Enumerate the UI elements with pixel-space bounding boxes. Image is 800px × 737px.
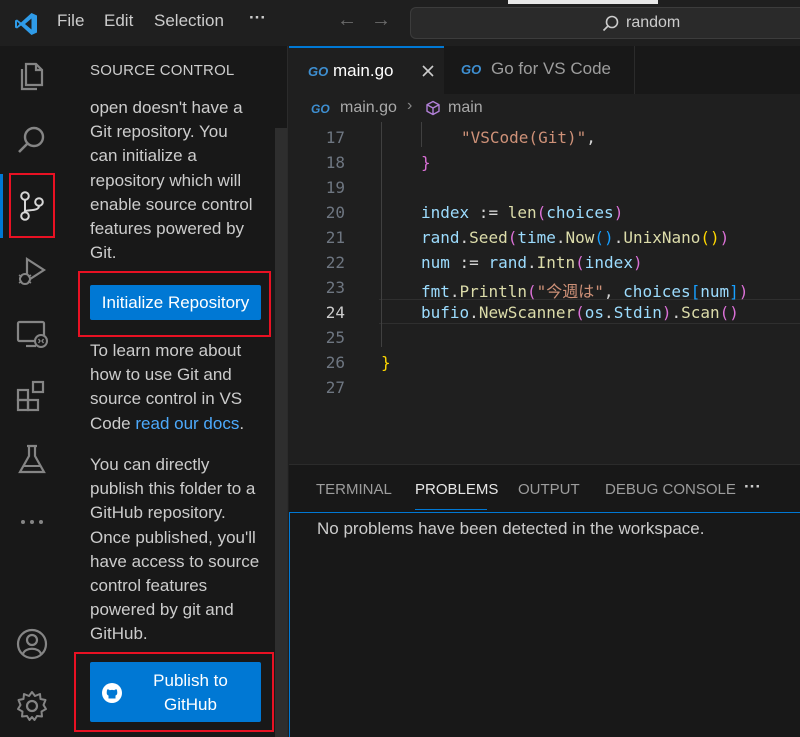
publish-line: have access to source [90,551,260,571]
line-number: 19 [325,178,345,197]
read-docs-link[interactable]: read our docs [135,414,239,433]
indent-guide [421,122,422,147]
active-tab-underline [415,509,487,510]
panel-tab-problems[interactable]: PROBLEMS [415,481,498,498]
testing-icon[interactable] [14,442,50,478]
intro-text: open doesn't have a Git repository. You … [90,96,275,265]
publish-line: control features [90,576,208,596]
code-line: "VSCode(Git)", [461,128,596,147]
close-icon[interactable] [421,64,435,78]
sidebar-header: SOURCE CONTROL [90,62,235,79]
highlight-box [9,173,55,238]
line-number: 17 [325,128,345,147]
learn-text: To learn more about how to use Git and s… [90,339,275,436]
code-line: fmt.Println("今週は", choices[num]) [421,282,749,301]
learn-line: how to use Git and [90,365,232,385]
explorer-icon[interactable] [14,58,50,94]
source-control-sidebar: SOURCE CONTROL open doesn't have a Git r… [63,46,288,737]
highlight-box [78,271,271,337]
problems-message: No problems have been detected in the wo… [317,519,705,538]
breadcrumb: GO main.go › main [289,94,800,122]
search-icon [602,15,619,32]
symbol-method-icon [426,100,440,116]
publish-line: GitHub. [90,624,148,644]
code-line: } [381,353,391,372]
highlight-box [74,652,274,732]
line-number: 23 [325,278,345,297]
learn-line: source control in VS [90,389,243,409]
intro-line: repository which will [90,170,242,190]
line-number-current: 24 [325,303,345,322]
publish-text: You can directly publish this folder to … [90,453,275,647]
intro-line: features powered by [90,219,245,239]
back-arrow-icon[interactable]: ← [337,9,357,32]
line-number: 21 [325,228,345,247]
publish-line: publish this folder to a [90,479,256,499]
tab-label: main.go [333,61,394,80]
publish-line: powered by git and [90,600,234,620]
code-line: } [421,153,431,172]
breadcrumb-file[interactable]: main.go [340,99,397,117]
line-number: 27 [325,378,345,397]
editor-tabs: GO main.go GO Go for VS Code [289,46,800,94]
tab-go-for-vscode[interactable]: GO Go for VS Code [445,46,635,94]
indent-guide [381,122,382,347]
go-file-icon: GO [311,102,330,116]
settings-gear-icon[interactable] [14,688,50,724]
panel-tab-terminal[interactable]: TERMINAL [316,481,392,498]
panel-tab-output[interactable]: OUTPUT [518,481,580,498]
learn-suffix: . [239,413,245,433]
panel-more-icon[interactable]: ··· [744,477,761,497]
intro-line: can initialize a [90,146,197,166]
extensions-icon[interactable] [14,378,50,414]
tab-label: Go for VS Code [491,59,612,78]
search-icon[interactable] [14,122,50,158]
command-center-search[interactable]: random [410,7,800,39]
search-text: random [626,14,681,31]
line-number: 26 [325,353,345,372]
code-editor[interactable]: 17 18 19 20 21 22 23 24 25 26 27 "VSCode… [289,122,800,464]
title-highlight [508,0,658,4]
code-line: index := len(choices) [421,203,624,222]
more-icon[interactable] [14,504,50,540]
go-extension-icon: GO [461,62,482,77]
problems-view[interactable]: No problems have been detected in the wo… [289,512,800,737]
line-number: 18 [325,153,345,172]
publish-line: You can directly [90,455,210,474]
remote-explorer-icon[interactable] [14,316,50,352]
intro-line: Git repository. You [90,122,228,142]
tab-main-go[interactable]: GO main.go [289,46,444,94]
go-file-icon: GO [308,64,329,79]
line-number: 25 [325,328,345,347]
learn-prefix: Code [90,413,136,433]
menu-more[interactable]: ··· [249,8,266,28]
intro-line: enable source control [90,194,253,214]
menu-edit[interactable]: Edit [104,11,133,31]
publish-line: Once published, you'll [90,527,256,547]
vscode-logo-icon [15,13,37,35]
code-line: num := rand.Intn(index) [421,253,643,272]
code-line: rand.Seed(time.Now().UnixNano()) [421,228,730,247]
menu-file[interactable]: File [57,11,84,31]
learn-line: Code read our docs. [90,412,275,436]
code-line: bufio.NewScanner(os.Stdin).Scan() [421,303,739,322]
forward-arrow-icon[interactable]: → [371,9,391,32]
panel-tab-debug-console[interactable]: DEBUG CONSOLE [605,481,736,498]
account-icon[interactable] [14,626,50,662]
intro-line: open doesn't have a [90,98,243,117]
title-bar: File Edit Selection ··· ← → random [0,0,800,46]
publish-line: GitHub repository. [90,503,226,523]
run-debug-icon[interactable] [14,253,50,289]
bottom-panel: TERMINAL PROBLEMS OUTPUT DEBUG CONSOLE ·… [289,464,800,737]
menu-selection[interactable]: Selection [154,11,224,31]
activity-bar [0,46,63,737]
line-number: 22 [325,253,345,272]
learn-line: To learn more about [90,341,242,360]
chevron-right-icon: › [407,97,413,114]
line-number: 20 [325,203,345,222]
breadcrumb-symbol[interactable]: main [448,99,483,117]
intro-line: Git. [90,243,117,263]
sidebar-scrollbar[interactable] [275,128,287,737]
active-indicator [0,174,3,238]
